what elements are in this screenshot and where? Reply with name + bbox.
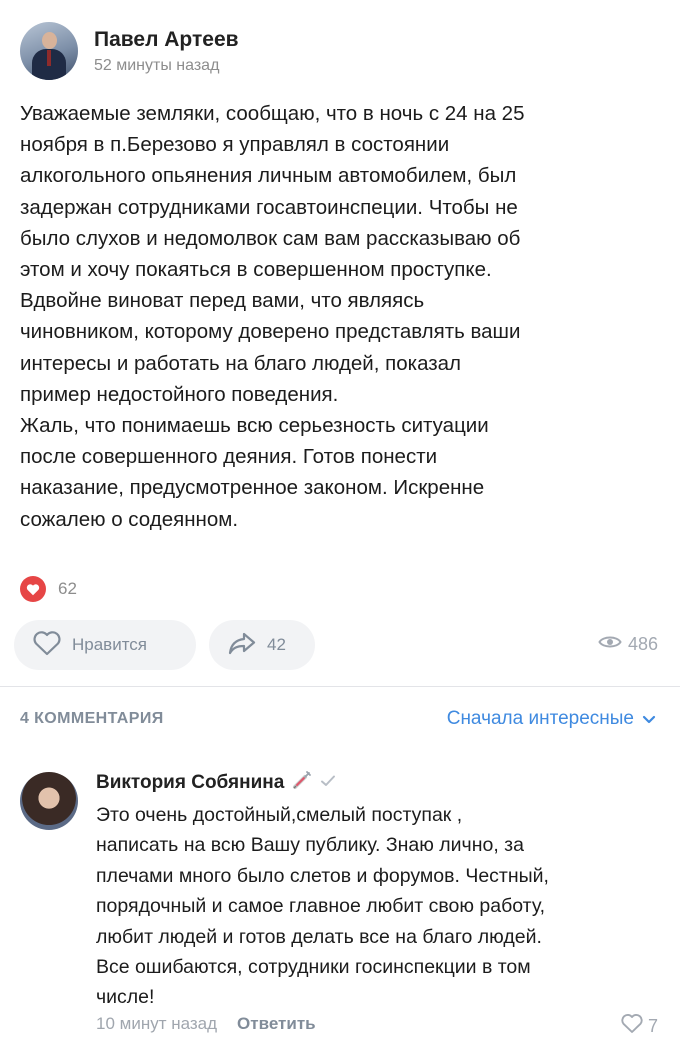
share-button[interactable]: 42	[209, 620, 315, 670]
sort-label: Сначала интересные	[446, 708, 634, 729]
author-name[interactable]: Павел Артеев	[94, 27, 239, 53]
comments-count: 4 КОММЕНТАРИЯ	[20, 710, 164, 727]
share-arrow-icon	[227, 630, 257, 661]
comment-meta: 10 минут назад Ответить	[96, 1014, 316, 1034]
comments-sort-dropdown[interactable]: Сначала интересные	[447, 708, 656, 730]
commenter-avatar[interactable]	[20, 772, 78, 830]
comment-like-count: 7	[647, 1015, 658, 1036]
syringe-emoji-icon	[292, 770, 314, 796]
heart-outline-icon	[32, 630, 62, 661]
heart-icon	[20, 576, 46, 602]
reactions-summary[interactable]: 62	[20, 576, 77, 602]
check-icon	[320, 772, 336, 794]
like-label: Нравится	[72, 635, 148, 654]
author-avatar[interactable]	[20, 22, 78, 80]
views-counter: 486	[598, 634, 658, 655]
commenter-header: Виктория Собянина	[96, 768, 666, 798]
reply-button[interactable]: Ответить	[237, 1014, 316, 1034]
eye-icon	[598, 634, 622, 655]
comment-body: Виктория Собянина Это очень достойный,см…	[96, 768, 666, 1013]
share-count: 42	[267, 635, 286, 654]
comment-timestamp: 10 минут назад	[96, 1014, 218, 1033]
author-block: Павел Артеев 52 минуты назад	[94, 27, 239, 75]
divider	[0, 686, 680, 687]
heart-outline-icon	[620, 1013, 644, 1039]
post-timestamp: 52 минуты назад	[94, 57, 220, 74]
like-button[interactable]: Нравится	[14, 620, 196, 670]
views-count: 486	[627, 634, 658, 654]
post-header: Павел Артеев 52 минуты назад	[20, 22, 239, 80]
comment-text: Это очень достойный,смелый поступак , на…	[96, 804, 549, 1009]
comment-like-button[interactable]: 7	[620, 1013, 658, 1039]
post-text: Уважаемые земляки, сообщаю, что в ночь с…	[20, 102, 525, 531]
commenter-name[interactable]: Виктория Собянина	[96, 772, 284, 794]
reactions-count: 62	[58, 579, 77, 598]
chevron-down-icon	[642, 708, 656, 730]
